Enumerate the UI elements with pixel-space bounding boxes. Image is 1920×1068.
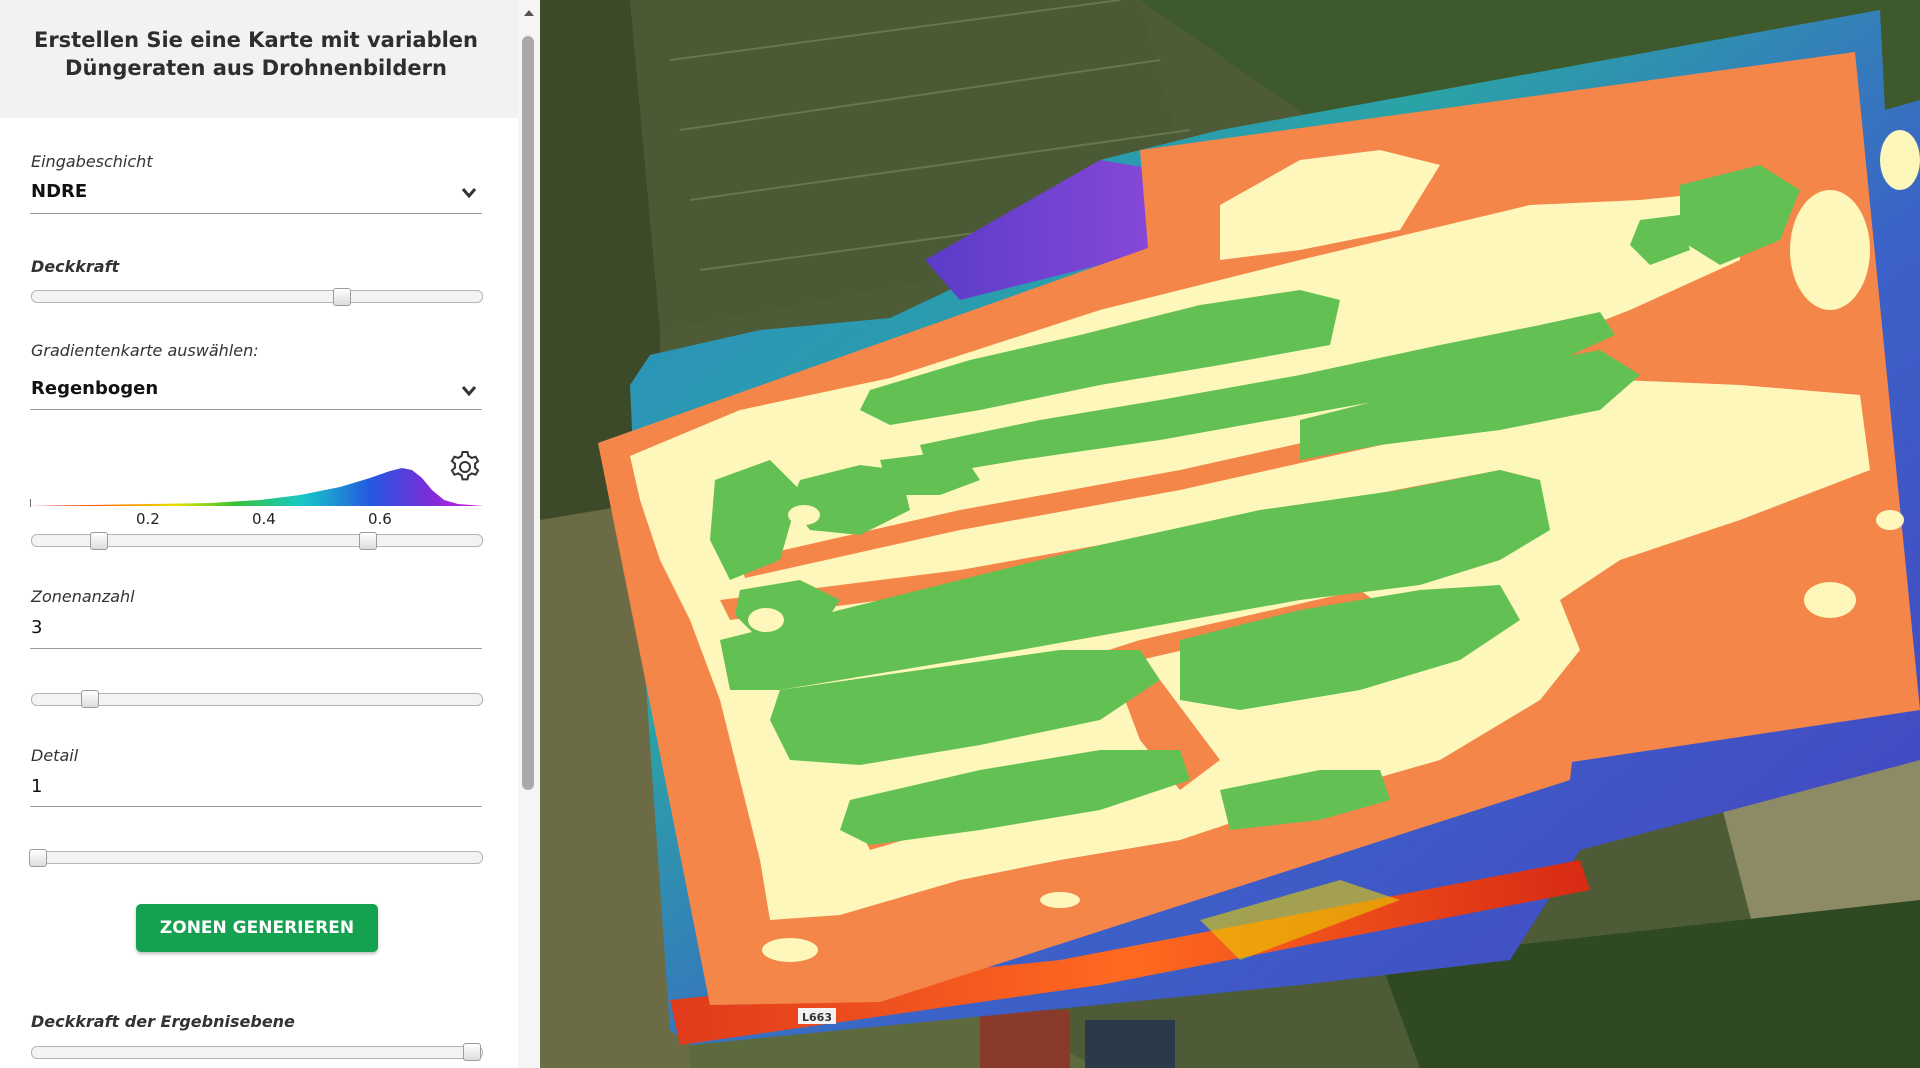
detail-slider-track[interactable] — [31, 851, 483, 864]
result-opacity-slider-track[interactable] — [31, 1046, 483, 1059]
generate-zones-button[interactable]: ZONEN GENERIEREN — [136, 904, 378, 952]
opacity-slider-handle[interactable] — [332, 288, 351, 306]
solar-roof — [1085, 1020, 1175, 1068]
gradient-underline — [30, 409, 482, 410]
histogram-tick-1: 0.4 — [252, 510, 276, 528]
page-title-line-1: Erstellen Sie eine Karte mit variablen — [33, 28, 479, 52]
zones-input[interactable]: 3 — [31, 617, 42, 638]
opacity-label: Deckkraft — [31, 257, 120, 276]
input-layer-underline — [30, 213, 482, 214]
zones-label: Zonenanzahl — [31, 587, 135, 606]
control-panel: Erstellen Sie eine Karte mit variablen D… — [0, 0, 540, 1068]
page-title: Erstellen Sie eine Karte mit variablen D… — [14, 26, 498, 82]
detail-input[interactable]: 1 — [31, 776, 42, 797]
scrollbar-thumb[interactable] — [522, 36, 534, 790]
range-min-handle[interactable] — [89, 532, 108, 550]
road-label: L663 — [802, 1011, 832, 1024]
result-opacity-slider-handle[interactable] — [463, 1043, 481, 1061]
input-layer-label: Eingabeschicht — [31, 152, 153, 171]
result-opacity-label: Deckkraft der Ergebnisebene — [31, 1012, 295, 1031]
histogram-tick-0: 0.2 — [136, 510, 160, 528]
opacity-slider-track[interactable] — [31, 290, 483, 303]
zones-slider-handle[interactable] — [81, 690, 100, 708]
chevron-down-icon[interactable] — [460, 186, 478, 200]
range-max-handle[interactable] — [358, 532, 377, 550]
detail-label: Detail — [31, 746, 79, 765]
input-layer-select[interactable]: NDRE — [31, 181, 87, 202]
histogram-tick-2: 0.6 — [368, 510, 392, 528]
detail-slider-handle[interactable] — [29, 849, 47, 867]
value-histogram — [30, 468, 484, 507]
chevron-down-icon[interactable] — [460, 384, 478, 398]
page-title-line-2: Düngeraten aus Drohnenbildern — [65, 56, 447, 80]
map-view[interactable]: L663 — [540, 0, 1920, 1068]
panel-header: Erstellen Sie eine Karte mit variablen D… — [0, 0, 518, 118]
building-roof — [980, 1010, 1070, 1068]
detail-underline — [30, 806, 482, 807]
scroll-up-icon[interactable] — [521, 6, 537, 20]
gradient-select[interactable]: Regenbogen — [31, 378, 158, 399]
gradient-label: Gradientenkarte auswählen: — [31, 341, 259, 360]
zones-underline — [30, 648, 482, 649]
